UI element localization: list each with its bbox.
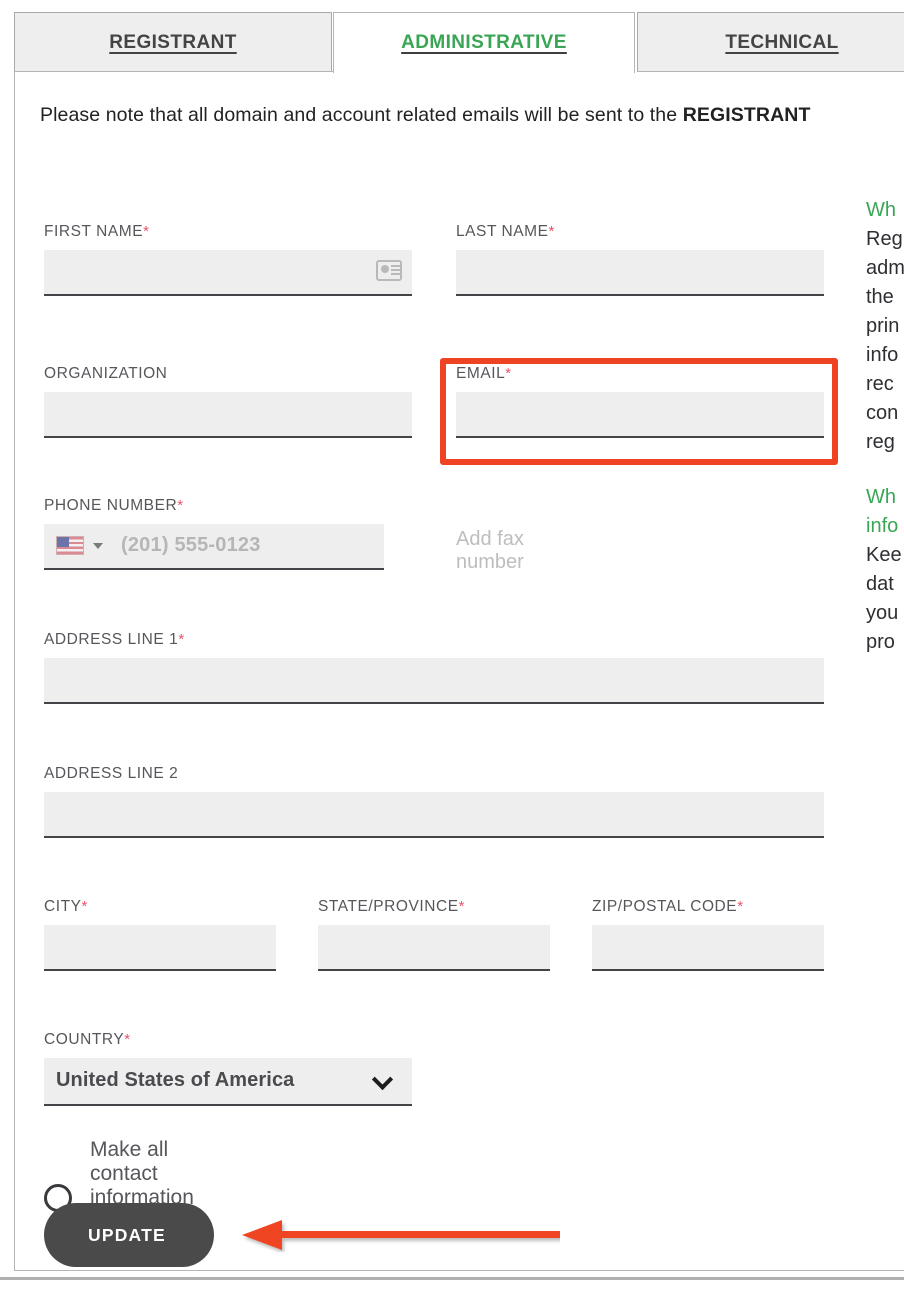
country-label: COUNTRY* (44, 1032, 412, 1048)
last-name-input[interactable] (456, 249, 824, 296)
required-marker: * (737, 898, 744, 915)
organization-label: ORGANIZATION (44, 365, 168, 382)
panel-divider-right (637, 71, 904, 72)
page-root: REGISTRANT ADMINISTRATIVE TECHNICAL Plea… (0, 0, 904, 1310)
state-label-text: STATE/PROVINCE (318, 898, 459, 915)
state-label: STATE/PROVINCE* (318, 899, 550, 915)
field-address-line-1: ADDRESS LINE 1* (44, 632, 824, 704)
field-country: COUNTRY* United States of America (44, 1032, 412, 1106)
required-marker: * (124, 1031, 131, 1048)
organization-input[interactable] (44, 391, 412, 438)
contact-tabs: REGISTRANT ADMINISTRATIVE TECHNICAL (0, 0, 904, 73)
last-name-label-text: LAST NAME (456, 223, 549, 240)
chevron-down-icon (371, 1068, 394, 1090)
required-marker: * (178, 631, 185, 648)
tab-administrative[interactable]: ADMINISTRATIVE (333, 12, 635, 73)
tab-registrant[interactable]: REGISTRANT (14, 12, 332, 72)
required-marker: * (143, 223, 150, 240)
tab-administrative-label: ADMINISTRATIVE (401, 32, 567, 53)
first-name-label-text: FIRST NAME (44, 223, 144, 240)
field-city: CITY* (44, 899, 276, 971)
phone-label-text: PHONE NUMBER (44, 497, 178, 514)
panel-divider-left (14, 71, 333, 72)
chevron-down-icon[interactable] (93, 542, 103, 549)
tab-technical[interactable]: TECHNICAL (637, 12, 904, 72)
field-email: EMAIL* (456, 366, 824, 438)
notice-emphasis: REGISTRANT (682, 104, 811, 126)
first-name-input-wrap (44, 249, 412, 296)
zip-label: ZIP/POSTAL CODE* (592, 899, 824, 915)
email-label: EMAIL* (456, 366, 824, 382)
tab-technical-label: TECHNICAL (725, 31, 839, 53)
city-label: CITY* (44, 899, 276, 915)
help-block-2: Wh info Kee dat you pro (866, 483, 904, 657)
country-select[interactable]: United States of America (44, 1057, 412, 1106)
help-block-1: Wh Reg adm the prin info rec con reg (866, 196, 904, 457)
phone-placeholder: (201) 555-0123 (121, 534, 261, 556)
city-input[interactable] (44, 924, 276, 971)
field-phone-number: PHONE NUMBER* (201) 555-0123 (44, 498, 384, 570)
add-fax-number-link[interactable]: Add fax number (456, 528, 524, 574)
us-flag-icon (56, 536, 84, 555)
help-block-1-body: Reg adm the prin info rec con reg (866, 228, 904, 453)
zip-label-text: ZIP/POSTAL CODE (592, 898, 738, 915)
state-input[interactable] (318, 924, 550, 971)
page-bottom-divider (0, 1277, 904, 1280)
address1-label-text: ADDRESS LINE 1 (44, 631, 179, 648)
zip-input[interactable] (592, 924, 824, 971)
field-last-name: LAST NAME* (456, 224, 824, 296)
address2-label: ADDRESS LINE 2 (44, 765, 179, 782)
contact-card-icon[interactable] (376, 259, 402, 281)
phone-label: PHONE NUMBER* (44, 498, 384, 514)
field-state-province: STATE/PROVINCE* (318, 899, 550, 971)
help-sidebar: Wh Reg adm the prin info rec con reg Wh … (866, 196, 904, 683)
address2-input[interactable] (44, 791, 824, 838)
update-button[interactable]: UPDATE (44, 1203, 214, 1267)
help-block-2-title: Wh info (866, 486, 899, 537)
field-address-line-2: ADDRESS LINE 2 (44, 766, 824, 838)
required-marker: * (177, 497, 184, 514)
address1-input[interactable] (44, 657, 824, 704)
field-zip-postal-code: ZIP/POSTAL CODE* (592, 899, 824, 971)
first-name-label: FIRST NAME* (44, 224, 412, 240)
help-block-1-title: Wh (866, 199, 896, 221)
required-marker: * (505, 365, 512, 382)
required-marker: * (548, 223, 555, 240)
notice-text: Please note that all domain and account … (40, 104, 683, 126)
registrant-email-notice: Please note that all domain and account … (40, 104, 904, 127)
required-marker: * (458, 898, 466, 915)
required-marker: * (81, 898, 88, 915)
country-selected-value: United States of America (56, 1069, 295, 1091)
first-name-input[interactable] (44, 249, 412, 296)
city-label-text: CITY (44, 898, 82, 915)
email-label-text: EMAIL (456, 365, 506, 382)
country-label-text: COUNTRY (44, 1031, 125, 1048)
tab-registrant-label: REGISTRANT (109, 31, 237, 53)
help-block-2-body: Kee dat you pro (866, 544, 902, 653)
phone-input-group[interactable]: (201) 555-0123 (44, 523, 384, 570)
email-input[interactable] (456, 391, 824, 438)
last-name-label: LAST NAME* (456, 224, 824, 240)
field-first-name: FIRST NAME* (44, 224, 412, 296)
address1-label: ADDRESS LINE 1* (44, 632, 824, 648)
field-organization: ORGANIZATION (44, 366, 412, 438)
